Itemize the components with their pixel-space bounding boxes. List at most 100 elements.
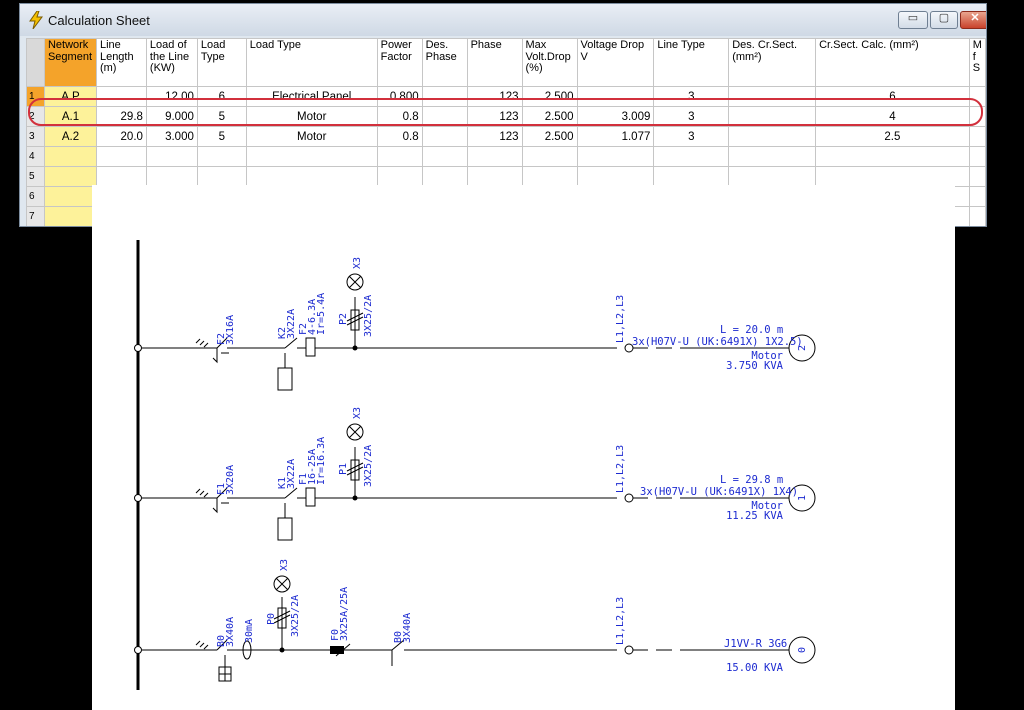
table-cell[interactable] — [421, 126, 468, 147]
row-number[interactable]: 3 — [26, 126, 45, 147]
table-cell[interactable]: 5 — [196, 126, 247, 147]
column-header[interactable]: Max Volt.Drop (%) — [521, 38, 578, 87]
row-number[interactable]: 5 — [26, 166, 45, 187]
lamp-label: X3 — [352, 407, 363, 419]
fuse-label: P0 — [266, 613, 277, 625]
table-cell[interactable] — [376, 166, 423, 187]
column-header[interactable]: Cr.Sect. Calc. (mm²) — [815, 38, 970, 87]
cable-spec: 3x(H07V-U (UK:6491X) 1X4) — [640, 486, 798, 498]
header-row: Network Segment Line Length (m) Load of … — [26, 38, 986, 87]
table-cell[interactable] — [196, 146, 247, 167]
column-header[interactable]: Des. Phase — [421, 38, 468, 87]
title-bar[interactable]: Calculation Sheet ▭ ▢ ✕ — [20, 4, 986, 36]
table-cell[interactable] — [43, 206, 97, 226]
table-cell[interactable] — [653, 166, 730, 187]
column-header[interactable]: M f S — [968, 38, 986, 87]
schematic-canvas: 2 F2 3X16A K2 3X22A F2 4-6.3A Ir=5.4A P2… — [134, 240, 816, 690]
fuse-label: P1 — [338, 463, 349, 475]
table-cell[interactable] — [43, 166, 97, 187]
table-cell[interactable] — [43, 186, 97, 207]
row-number[interactable]: 4 — [26, 146, 45, 167]
table-cell[interactable] — [421, 166, 468, 187]
lamp-label: X3 — [352, 257, 363, 269]
table-cell[interactable] — [815, 166, 970, 187]
table-cell[interactable]: 0.8 — [376, 126, 423, 147]
close-button[interactable]: ✕ — [960, 11, 986, 29]
table-cell[interactable] — [576, 166, 655, 187]
table-cell[interactable] — [968, 166, 986, 187]
column-header[interactable]: Load of the Line (KW) — [145, 38, 198, 87]
table-cell[interactable] — [95, 146, 147, 167]
column-header[interactable]: Line Length (m) — [95, 38, 147, 87]
fuse-rating: 3X25/2A — [363, 295, 374, 337]
table-row[interactable]: 5 — [26, 166, 986, 187]
column-header[interactable]: Load Type — [196, 38, 247, 87]
column-header[interactable]: Line Type — [653, 38, 730, 87]
row-number[interactable]: 7 — [26, 206, 45, 226]
table-cell[interactable] — [728, 126, 817, 147]
table-row[interactable]: 4 — [26, 146, 986, 167]
table-cell[interactable]: 3 — [653, 126, 730, 147]
table-cell[interactable]: A.2 — [43, 126, 97, 147]
column-header[interactable]: Load Type — [245, 38, 378, 87]
table-cell[interactable] — [521, 166, 578, 187]
corner-cell[interactable] — [26, 38, 45, 87]
column-header[interactable]: Des. Cr.Sect. (mm²) — [728, 38, 817, 87]
column-header[interactable]: Network Segment — [43, 38, 97, 87]
table-cell[interactable]: 20.0 — [95, 126, 147, 147]
column-header[interactable]: Voltage Drop V — [576, 38, 655, 87]
thermal-mark-icon — [195, 640, 209, 650]
table-cell[interactable] — [653, 146, 730, 167]
thermal-mark-icon — [195, 488, 209, 498]
column-header[interactable]: Power Factor — [376, 38, 423, 87]
table-cell[interactable]: 3.000 — [145, 126, 198, 147]
terminal-icon — [624, 493, 634, 503]
table-cell[interactable] — [145, 166, 198, 187]
bus-tap — [134, 344, 142, 352]
table-cell[interactable] — [145, 146, 198, 167]
single-line-diagram: 2 F2 3X16A K2 3X22A F2 4-6.3A Ir=5.4A P2… — [92, 185, 955, 710]
table-cell[interactable] — [43, 146, 97, 167]
table-cell[interactable] — [95, 166, 147, 187]
table-cell[interactable]: 2.5 — [815, 126, 970, 147]
load-number: 0 — [797, 647, 808, 653]
minimize-button[interactable]: ▭ — [898, 11, 928, 29]
table-cell[interactable] — [245, 146, 378, 167]
table-cell[interactable] — [466, 146, 523, 167]
thermal-relay-icon[interactable] — [305, 337, 316, 357]
table-cell[interactable] — [968, 206, 986, 226]
row-number[interactable]: 6 — [26, 186, 45, 207]
table-cell[interactable] — [815, 146, 970, 167]
table-cell[interactable] — [728, 166, 817, 187]
table-cell[interactable] — [196, 166, 247, 187]
terminal-icon — [624, 645, 634, 655]
table-cell[interactable] — [968, 146, 986, 167]
table-cell[interactable] — [521, 146, 578, 167]
table-cell[interactable]: 123 — [466, 126, 523, 147]
table-cell[interactable] — [728, 146, 817, 167]
cable-spec: 3x(H07V-U (UK:6491X) 1X2.5) — [632, 336, 803, 348]
table-cell[interactable] — [245, 166, 378, 187]
lightning-icon — [29, 11, 43, 29]
table-cell[interactable] — [968, 186, 986, 207]
table-cell[interactable] — [376, 146, 423, 167]
load-power: 3.750 KVA — [726, 360, 784, 372]
relay-setting: Ir=5.4A — [316, 293, 327, 335]
motor-number: 1 — [797, 495, 808, 501]
table-cell[interactable]: Motor — [245, 126, 378, 147]
table-row[interactable]: 3 A.2 20.0 3.000 5 Motor 0.8 123 2.500 1… — [26, 126, 986, 147]
cable-spec: J1VV-R 3G6 — [724, 638, 787, 650]
load-power: 15.00 KVA — [726, 662, 784, 674]
table-cell[interactable] — [968, 126, 986, 147]
thermal-relay-icon[interactable] — [305, 487, 316, 507]
table-cell[interactable] — [421, 146, 468, 167]
maximize-button[interactable]: ▢ — [930, 11, 958, 29]
table-cell[interactable]: 1.077 — [576, 126, 655, 147]
table-cell[interactable] — [466, 166, 523, 187]
switch-rating: 3X40A — [402, 613, 413, 643]
fuse-disconnector-icon[interactable] — [330, 646, 344, 654]
coil-icon — [277, 517, 293, 541]
table-cell[interactable] — [576, 146, 655, 167]
column-header[interactable]: Phase — [466, 38, 523, 87]
table-cell[interactable]: 2.500 — [521, 126, 578, 147]
